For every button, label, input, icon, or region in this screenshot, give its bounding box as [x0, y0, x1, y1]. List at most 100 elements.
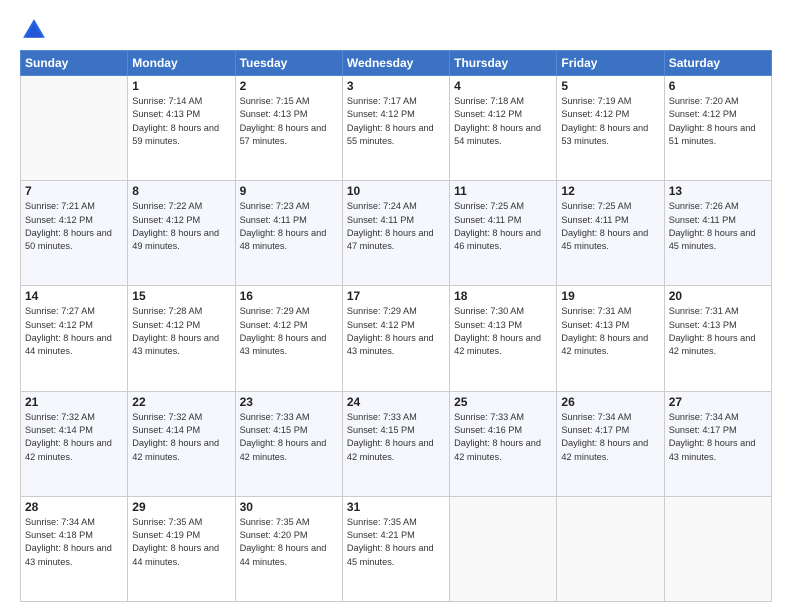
- day-cell: 29 Sunrise: 7:35 AMSunset: 4:19 PMDayligh…: [128, 496, 235, 601]
- day-info: Sunrise: 7:35 AMSunset: 4:19 PMDaylight:…: [132, 516, 230, 569]
- day-info: Sunrise: 7:26 AMSunset: 4:11 PMDaylight:…: [669, 200, 767, 253]
- day-number: 17: [347, 289, 445, 303]
- day-cell: 21 Sunrise: 7:32 AMSunset: 4:14 PMDayligh…: [21, 391, 128, 496]
- day-cell: 24 Sunrise: 7:33 AMSunset: 4:15 PMDayligh…: [342, 391, 449, 496]
- day-number: 2: [240, 79, 338, 93]
- day-info: Sunrise: 7:33 AMSunset: 4:15 PMDaylight:…: [240, 411, 338, 464]
- day-number: 23: [240, 395, 338, 409]
- day-info: Sunrise: 7:33 AMSunset: 4:15 PMDaylight:…: [347, 411, 445, 464]
- day-info: Sunrise: 7:35 AMSunset: 4:20 PMDaylight:…: [240, 516, 338, 569]
- day-number: 1: [132, 79, 230, 93]
- day-info: Sunrise: 7:27 AMSunset: 4:12 PMDaylight:…: [25, 305, 123, 358]
- day-number: 7: [25, 184, 123, 198]
- day-info: Sunrise: 7:22 AMSunset: 4:12 PMDaylight:…: [132, 200, 230, 253]
- calendar-table: SundayMondayTuesdayWednesdayThursdayFrid…: [20, 50, 772, 602]
- day-number: 4: [454, 79, 552, 93]
- day-cell: 27 Sunrise: 7:34 AMSunset: 4:17 PMDayligh…: [664, 391, 771, 496]
- day-number: 15: [132, 289, 230, 303]
- day-info: Sunrise: 7:25 AMSunset: 4:11 PMDaylight:…: [561, 200, 659, 253]
- day-number: 13: [669, 184, 767, 198]
- column-header-tuesday: Tuesday: [235, 51, 342, 76]
- column-header-saturday: Saturday: [664, 51, 771, 76]
- day-number: 21: [25, 395, 123, 409]
- day-cell: 9Sunrise: 7:23 AMSunset: 4:11 PMDaylight…: [235, 181, 342, 286]
- day-info: Sunrise: 7:34 AMSunset: 4:18 PMDaylight:…: [25, 516, 123, 569]
- day-cell: 11 Sunrise: 7:25 AMSunset: 4:11 PMDayligh…: [450, 181, 557, 286]
- day-number: 11: [454, 184, 552, 198]
- day-number: 22: [132, 395, 230, 409]
- header-row: SundayMondayTuesdayWednesdayThursdayFrid…: [21, 51, 772, 76]
- day-cell: 1 Sunrise: 7:14 AMSunset: 4:13 PMDaylight…: [128, 76, 235, 181]
- day-cell: 19 Sunrise: 7:31 AMSunset: 4:13 PMDayligh…: [557, 286, 664, 391]
- day-info: Sunrise: 7:19 AMSunset: 4:12 PMDaylight:…: [561, 95, 659, 148]
- day-info: Sunrise: 7:25 AMSunset: 4:11 PMDaylight:…: [454, 200, 552, 253]
- day-cell: 30Sunrise: 7:35 AMSunset: 4:20 PMDayligh…: [235, 496, 342, 601]
- day-info: Sunrise: 7:24 AMSunset: 4:11 PMDaylight:…: [347, 200, 445, 253]
- day-info: Sunrise: 7:33 AMSunset: 4:16 PMDaylight:…: [454, 411, 552, 464]
- day-cell: 22Sunrise: 7:32 AMSunset: 4:14 PMDayligh…: [128, 391, 235, 496]
- page: SundayMondayTuesdayWednesdayThursdayFrid…: [0, 0, 792, 612]
- day-cell: 5 Sunrise: 7:19 AMSunset: 4:12 PMDaylight…: [557, 76, 664, 181]
- day-info: Sunrise: 7:15 AMSunset: 4:13 PMDaylight:…: [240, 95, 338, 148]
- day-info: Sunrise: 7:35 AMSunset: 4:21 PMDaylight:…: [347, 516, 445, 569]
- day-cell: 16Sunrise: 7:29 AMSunset: 4:12 PMDayligh…: [235, 286, 342, 391]
- day-number: 12: [561, 184, 659, 198]
- day-info: Sunrise: 7:20 AMSunset: 4:12 PMDaylight:…: [669, 95, 767, 148]
- day-cell: 2 Sunrise: 7:15 AMSunset: 4:13 PMDaylight…: [235, 76, 342, 181]
- day-cell: [664, 496, 771, 601]
- day-info: Sunrise: 7:31 AMSunset: 4:13 PMDaylight:…: [669, 305, 767, 358]
- week-row-4: 21 Sunrise: 7:32 AMSunset: 4:14 PMDayligh…: [21, 391, 772, 496]
- day-info: Sunrise: 7:14 AMSunset: 4:13 PMDaylight:…: [132, 95, 230, 148]
- day-number: 19: [561, 289, 659, 303]
- day-cell: 13 Sunrise: 7:26 AMSunset: 4:11 PMDayligh…: [664, 181, 771, 286]
- day-number: 28: [25, 500, 123, 514]
- day-number: 27: [669, 395, 767, 409]
- day-number: 29: [132, 500, 230, 514]
- day-cell: 7 Sunrise: 7:21 AMSunset: 4:12 PMDaylight…: [21, 181, 128, 286]
- day-cell: 4Sunrise: 7:18 AMSunset: 4:12 PMDaylight…: [450, 76, 557, 181]
- day-cell: 26 Sunrise: 7:34 AMSunset: 4:17 PMDayligh…: [557, 391, 664, 496]
- day-cell: 20Sunrise: 7:31 AMSunset: 4:13 PMDayligh…: [664, 286, 771, 391]
- day-info: Sunrise: 7:34 AMSunset: 4:17 PMDaylight:…: [669, 411, 767, 464]
- day-info: Sunrise: 7:29 AMSunset: 4:12 PMDaylight:…: [347, 305, 445, 358]
- day-number: 18: [454, 289, 552, 303]
- day-number: 3: [347, 79, 445, 93]
- day-cell: 15 Sunrise: 7:28 AMSunset: 4:12 PMDayligh…: [128, 286, 235, 391]
- day-number: 24: [347, 395, 445, 409]
- day-cell: 3 Sunrise: 7:17 AMSunset: 4:12 PMDaylight…: [342, 76, 449, 181]
- column-header-wednesday: Wednesday: [342, 51, 449, 76]
- day-info: Sunrise: 7:32 AMSunset: 4:14 PMDaylight:…: [25, 411, 123, 464]
- day-info: Sunrise: 7:17 AMSunset: 4:12 PMDaylight:…: [347, 95, 445, 148]
- day-cell: 14 Sunrise: 7:27 AMSunset: 4:12 PMDayligh…: [21, 286, 128, 391]
- day-cell: 17 Sunrise: 7:29 AMSunset: 4:12 PMDayligh…: [342, 286, 449, 391]
- day-cell: 23 Sunrise: 7:33 AMSunset: 4:15 PMDayligh…: [235, 391, 342, 496]
- day-cell: 18Sunrise: 7:30 AMSunset: 4:13 PMDayligh…: [450, 286, 557, 391]
- day-cell: 8Sunrise: 7:22 AMSunset: 4:12 PMDaylight…: [128, 181, 235, 286]
- day-cell: [557, 496, 664, 601]
- day-number: 5: [561, 79, 659, 93]
- day-cell: 6 Sunrise: 7:20 AMSunset: 4:12 PMDaylight…: [664, 76, 771, 181]
- day-number: 25: [454, 395, 552, 409]
- day-cell: 28 Sunrise: 7:34 AMSunset: 4:18 PMDayligh…: [21, 496, 128, 601]
- day-cell: [450, 496, 557, 601]
- column-header-sunday: Sunday: [21, 51, 128, 76]
- day-info: Sunrise: 7:28 AMSunset: 4:12 PMDaylight:…: [132, 305, 230, 358]
- day-info: Sunrise: 7:34 AMSunset: 4:17 PMDaylight:…: [561, 411, 659, 464]
- day-number: 26: [561, 395, 659, 409]
- week-row-3: 14 Sunrise: 7:27 AMSunset: 4:12 PMDayligh…: [21, 286, 772, 391]
- day-info: Sunrise: 7:29 AMSunset: 4:12 PMDaylight:…: [240, 305, 338, 358]
- day-cell: 31Sunrise: 7:35 AMSunset: 4:21 PMDayligh…: [342, 496, 449, 601]
- day-info: Sunrise: 7:21 AMSunset: 4:12 PMDaylight:…: [25, 200, 123, 253]
- header: [20, 16, 772, 44]
- day-cell: 10Sunrise: 7:24 AMSunset: 4:11 PMDayligh…: [342, 181, 449, 286]
- day-cell: [21, 76, 128, 181]
- column-header-friday: Friday: [557, 51, 664, 76]
- day-number: 14: [25, 289, 123, 303]
- day-number: 6: [669, 79, 767, 93]
- logo: [20, 16, 50, 44]
- day-info: Sunrise: 7:31 AMSunset: 4:13 PMDaylight:…: [561, 305, 659, 358]
- week-row-5: 28 Sunrise: 7:34 AMSunset: 4:18 PMDayligh…: [21, 496, 772, 601]
- week-row-1: 1 Sunrise: 7:14 AMSunset: 4:13 PMDaylight…: [21, 76, 772, 181]
- day-cell: 25 Sunrise: 7:33 AMSunset: 4:16 PMDayligh…: [450, 391, 557, 496]
- column-header-monday: Monday: [128, 51, 235, 76]
